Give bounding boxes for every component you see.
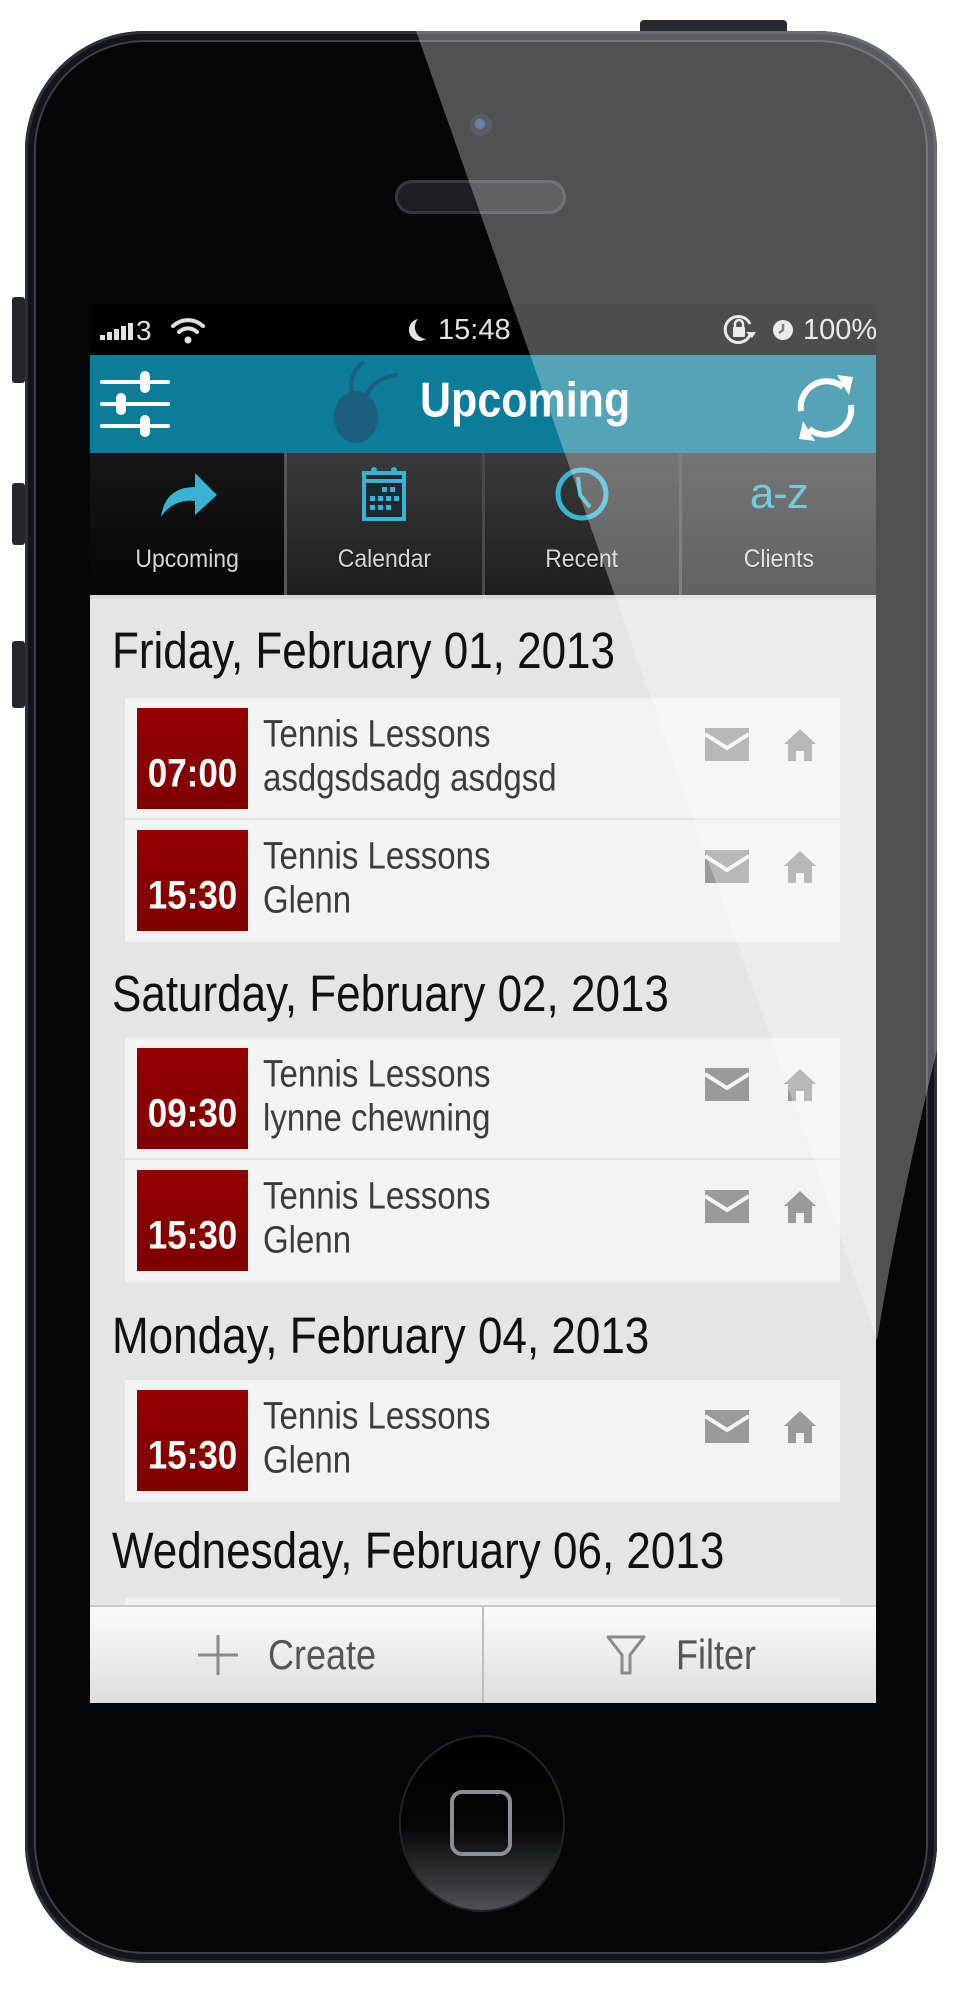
appointment-title: Tennis Lessons: [263, 712, 491, 755]
battery-percent: 100%: [803, 314, 876, 346]
app-header: Upcoming: [90, 355, 876, 453]
appointment-row[interactable]: 15:30 Tennis Lessons Glenn: [125, 820, 840, 942]
tab-label: Calendar: [337, 543, 432, 573]
appointment-row[interactable]: 15:30 Tennis Lessons Glenn: [125, 1380, 840, 1502]
appointment-client: Glenn: [263, 1218, 352, 1261]
tab-label: Upcoming: [135, 543, 239, 573]
home-icon[interactable]: [782, 1067, 818, 1101]
volume-up-button: [12, 483, 25, 545]
time-badge: 07:00: [137, 708, 248, 809]
time-badge: 09:30: [137, 1048, 248, 1149]
alphabetical-icon: a-z: [749, 469, 809, 518]
tab-label: Clients: [743, 543, 815, 573]
page-title: Upcoming: [420, 373, 631, 429]
filter-label: Filter: [676, 1630, 756, 1678]
appointment-client: Glenn: [263, 1438, 352, 1481]
status-bar: 3 15:48 100%: [90, 305, 876, 355]
appointment-title: Tennis Lessons: [263, 1394, 491, 1437]
home-icon[interactable]: [782, 727, 818, 761]
mail-icon[interactable]: [705, 1068, 749, 1101]
front-camera-icon: [470, 114, 492, 136]
home-icon[interactable]: [782, 849, 818, 883]
day-card: 09:30 Tennis Lessons lynne chewning 15:3…: [125, 1038, 840, 1282]
mute-switch: [12, 297, 25, 383]
home-icon[interactable]: [782, 1189, 818, 1223]
appointment-title: Tennis Lessons: [263, 834, 491, 877]
refresh-icon[interactable]: [793, 373, 859, 443]
app-logo-icon: [334, 361, 398, 443]
status-time: 15:48: [438, 314, 511, 346]
rotation-lock-icon: [723, 315, 756, 344]
tab-clients[interactable]: a-z Clients: [681, 453, 876, 595]
create-button[interactable]: Create: [90, 1607, 482, 1703]
filter-button[interactable]: Filter: [482, 1607, 876, 1703]
home-button-square-icon: [450, 1790, 512, 1856]
tab-recent[interactable]: Recent: [484, 453, 682, 595]
wifi-icon: [171, 318, 205, 344]
appointment-time: 15:30: [147, 873, 238, 918]
clock-icon: [555, 467, 609, 521]
appointment-row[interactable]: 07:00 Tennis Lessons asdgsdsadg asdgsd: [125, 698, 840, 820]
appointment-client: asdgsdsadg asdgsd: [263, 756, 557, 799]
mail-icon[interactable]: [705, 1190, 749, 1223]
volume-down-button: [12, 641, 25, 708]
day-card: 15:30 Tennis Lessons Glenn: [125, 1380, 840, 1502]
time-badge: 15:30: [137, 1170, 248, 1271]
day-card: 07:00 Tennis Lessons asdgsdsadg asdgsd 1…: [125, 698, 840, 942]
appointment-title: Tennis Lessons: [263, 1052, 491, 1095]
appointment-time: 09:30: [147, 1091, 238, 1136]
tab-upcoming[interactable]: Upcoming: [90, 453, 288, 595]
tab-label: Recent: [545, 543, 619, 573]
forward-arrow-icon: [161, 473, 218, 517]
alarm-icon: [773, 320, 793, 340]
time-badge: 15:30: [137, 830, 248, 931]
day-header: Friday, February 01, 2013: [112, 623, 615, 680]
appointment-row[interactable]: 09:30 Tennis Lessons lynne chewning: [125, 1038, 840, 1160]
mail-icon[interactable]: [705, 1410, 749, 1443]
appointment-row[interactable]: 15:30 Tennis Lessons Glenn: [125, 1160, 840, 1282]
mail-icon[interactable]: [705, 850, 749, 883]
do-not-disturb-moon-icon: [408, 319, 426, 341]
mail-icon[interactable]: [705, 728, 749, 761]
appointment-time: 15:30: [147, 1433, 238, 1478]
appointment-title: Tennis Lessons: [263, 1174, 491, 1217]
time-badge: 15:30: [137, 1390, 248, 1491]
bottom-toolbar: Create Filter: [90, 1605, 876, 1703]
day-header: Saturday, February 02, 2013: [112, 966, 669, 1023]
day-header: Wednesday, February 06, 2013: [112, 1523, 725, 1580]
filter-funnel-icon: [606, 1635, 646, 1675]
tab-bar: Upcoming Calendar Recent a-z Clients: [90, 453, 876, 599]
appointment-list[interactable]: Friday, February 01, 2013 07:00 Tennis L…: [90, 603, 876, 1618]
phone-screen: 3 15:48 100% Upcoming Upcoming Calendar …: [90, 305, 876, 1703]
tab-calendar[interactable]: Calendar: [287, 453, 485, 595]
earpiece-speaker: [395, 180, 566, 214]
home-icon[interactable]: [782, 1409, 818, 1443]
appointment-time: 07:00: [147, 751, 238, 796]
appointment-time: 15:30: [147, 1213, 238, 1258]
calendar-icon: [362, 467, 407, 521]
sliders-settings-icon[interactable]: [100, 369, 172, 439]
plus-icon: [197, 1635, 238, 1675]
carrier-name: 3: [136, 315, 152, 346]
appointment-client: lynne chewning: [263, 1096, 491, 1139]
create-label: Create: [267, 1630, 377, 1678]
appointment-client: Glenn: [263, 878, 352, 921]
day-header: Monday, February 04, 2013: [112, 1308, 650, 1365]
signal-icon: [100, 323, 133, 340]
